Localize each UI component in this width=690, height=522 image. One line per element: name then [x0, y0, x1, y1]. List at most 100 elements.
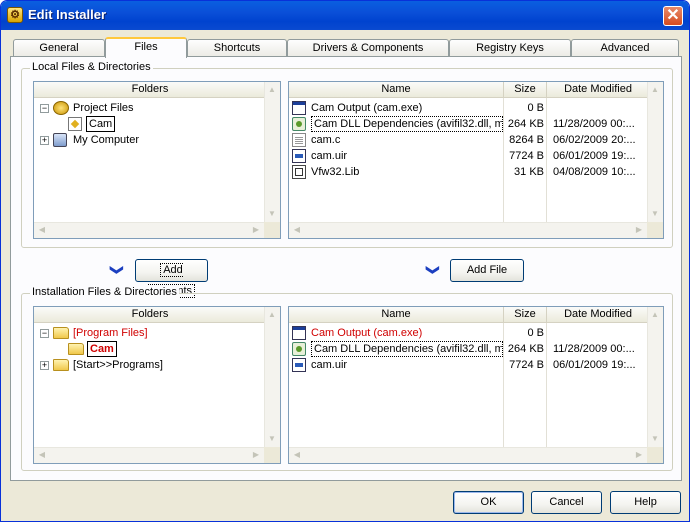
tree-node-my-computer[interactable]: + My Computer — [40, 132, 260, 148]
scroll-up-icon[interactable]: ▲ — [648, 83, 662, 97]
tab-files-label: Files — [134, 41, 158, 53]
tree-node-start-programs[interactable]: + [Start>>Programs] — [40, 357, 260, 373]
column-header-name[interactable]: Name — [289, 82, 504, 98]
scroll-up-icon[interactable]: ▲ — [265, 83, 279, 97]
install-folders-header[interactable]: Folders — [34, 307, 266, 323]
tree-node-label: Project Files — [73, 102, 134, 114]
add-file-label: Add File — [466, 264, 508, 276]
tab-shortcuts[interactable]: Shortcuts — [187, 39, 287, 57]
collapse-icon[interactable]: − — [40, 329, 49, 338]
scroll-left-icon[interactable]: ◀ — [290, 223, 304, 237]
scroll-right-icon[interactable]: ▶ — [632, 223, 646, 237]
file-size: 31 KB — [514, 166, 544, 178]
window-title: Edit Installer — [28, 7, 107, 22]
vertical-scrollbar[interactable]: ▲ ▼ — [264, 82, 280, 222]
file-row[interactable]: cam.uir 7724 B 06/01/2009 19:... — [289, 148, 649, 164]
file-name: cam.uir — [311, 359, 348, 371]
tab-general[interactable]: General — [13, 39, 105, 57]
expand-icon[interactable]: + — [40, 361, 49, 370]
c-file-icon — [292, 133, 306, 147]
local-files-list[interactable]: Name Size Date Modified Cam Output (cam.… — [288, 81, 664, 239]
column-header-name[interactable]: Name — [289, 307, 504, 323]
scroll-up-icon[interactable]: ▲ — [265, 308, 279, 322]
file-date: 06/01/2009 19:... — [553, 359, 636, 371]
scroll-left-icon[interactable]: ◀ — [35, 448, 49, 462]
lib-file-icon — [292, 165, 306, 179]
column-header-date[interactable]: Date Modified — [547, 307, 649, 323]
file-date: 06/01/2009 19:... — [553, 150, 636, 162]
close-button[interactable]: ✕ — [663, 6, 683, 26]
scroll-right-icon[interactable]: ▶ — [632, 448, 646, 462]
tab-shortcuts-label: Shortcuts — [213, 42, 261, 54]
file-row[interactable]: Cam DLL Dependencies (avifil32.dll, msv … — [289, 341, 649, 357]
tree-node-cam[interactable]: Cam — [68, 116, 258, 132]
scroll-down-icon[interactable]: ▼ — [648, 207, 662, 221]
collapse-icon[interactable]: − — [40, 104, 49, 113]
install-folders-tree[interactable]: Folders − [Program Files] Cam + [Start>>… — [33, 306, 281, 464]
file-date — [553, 325, 647, 341]
vertical-scrollbar[interactable]: ▲ ▼ — [647, 82, 663, 222]
add-contents-button[interactable]: Add Contents — [135, 259, 208, 298]
scroll-left-icon[interactable]: ◀ — [290, 448, 304, 462]
edit-installer-window: ⚙ Edit Installer ✕ General Files Shortcu… — [0, 0, 690, 522]
tree-node-cam-install[interactable]: Cam — [68, 341, 258, 357]
files-tab-panel: Local Files & Directories Folders − Proj… — [10, 56, 682, 481]
add-file-button[interactable]: Add File — [450, 259, 524, 282]
scroll-right-icon[interactable]: ▶ — [249, 448, 263, 462]
file-name: cam.uir — [311, 150, 348, 162]
cancel-button[interactable]: Cancel — [531, 491, 602, 514]
title-bar[interactable]: ⚙ Edit Installer ✕ — [1, 1, 689, 30]
tree-node-project-files[interactable]: − Project Files — [40, 100, 260, 116]
help-button[interactable]: Help — [610, 491, 681, 514]
file-date: 04/08/2009 10:... — [553, 166, 636, 178]
dll-icon — [292, 342, 306, 356]
scroll-down-icon[interactable]: ▼ — [265, 207, 279, 221]
local-files-group-label: Local Files & Directories — [30, 61, 153, 73]
target-icon — [68, 117, 82, 131]
file-row[interactable]: Cam DLL Dependencies (avifil32.dll, msv … — [289, 116, 649, 132]
tree-node-program-files[interactable]: − [Program Files] — [40, 325, 260, 341]
column-header-date[interactable]: Date Modified — [547, 82, 649, 98]
scroll-down-icon[interactable]: ▼ — [648, 432, 662, 446]
vertical-scrollbar[interactable]: ▲ ▼ — [647, 307, 663, 447]
file-row[interactable]: cam.uir 7724 B 06/01/2009 19:... — [289, 357, 649, 373]
vertical-scrollbar[interactable]: ▲ ▼ — [264, 307, 280, 447]
expand-icon[interactable]: + — [40, 136, 49, 145]
exe-icon — [292, 101, 306, 115]
file-row[interactable]: cam.c 8264 B 06/02/2009 20:... — [289, 132, 649, 148]
file-row[interactable]: Vfw32.Lib 31 KB 04/08/2009 10:... — [289, 164, 649, 180]
cancel-label: Cancel — [549, 496, 584, 508]
install-files-list[interactable]: Name Size Date Modified Cam Output (cam.… — [288, 306, 664, 464]
help-label: Help — [634, 496, 657, 508]
horizontal-scrollbar[interactable]: ◀ ▶ — [289, 447, 647, 463]
scroll-down-icon[interactable]: ▼ — [265, 432, 279, 446]
installation-files-group: Installation Files & Directories Folders… — [21, 286, 673, 471]
uir-file-icon — [292, 149, 306, 163]
scroll-right-icon[interactable]: ▶ — [249, 223, 263, 237]
tree-node-label: Cam — [87, 341, 117, 357]
tab-files[interactable]: Files — [105, 37, 187, 58]
ok-button[interactable]: OK — [453, 491, 524, 514]
scroll-up-icon[interactable]: ▲ — [648, 308, 662, 322]
local-folders-header[interactable]: Folders — [34, 82, 266, 98]
folder-icon — [53, 359, 69, 371]
file-size: 7724 B — [509, 359, 544, 371]
horizontal-scrollbar[interactable]: ◀ ▶ — [34, 447, 264, 463]
file-size: 264 KB — [507, 118, 544, 130]
file-name: Cam Output (cam.exe) — [311, 102, 423, 114]
column-header-size[interactable]: Size — [504, 307, 547, 323]
horizontal-scrollbar[interactable]: ◀ ▶ — [34, 222, 264, 238]
dll-icon — [292, 117, 306, 131]
scroll-left-icon[interactable]: ◀ — [35, 223, 49, 237]
file-row[interactable]: Cam Output (cam.exe) 0 B — [289, 325, 649, 341]
scroll-corner — [264, 222, 280, 238]
local-files-group: Local Files & Directories Folders − Proj… — [21, 61, 673, 248]
file-name: Vfw32.Lib — [311, 166, 360, 178]
tab-drivers-components[interactable]: Drivers & Components — [287, 39, 449, 57]
file-row[interactable]: Cam Output (cam.exe) 0 B — [289, 100, 649, 116]
tab-registry-keys[interactable]: Registry Keys — [449, 39, 571, 57]
local-folders-tree[interactable]: Folders − Project Files Cam + My Compute… — [33, 81, 281, 239]
column-header-size[interactable]: Size — [504, 82, 547, 98]
tab-advanced[interactable]: Advanced — [571, 39, 679, 57]
horizontal-scrollbar[interactable]: ◀ ▶ — [289, 222, 647, 238]
